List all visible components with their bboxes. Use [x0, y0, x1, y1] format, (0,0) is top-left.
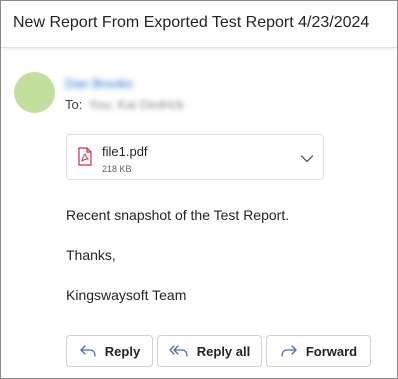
sender-avatar[interactable] [14, 72, 55, 113]
chevron-down-icon[interactable] [300, 151, 314, 163]
recipient-names[interactable]: You; Kai Dedrick [88, 97, 184, 112]
reply-all-icon [169, 345, 188, 357]
reply-icon [80, 345, 96, 357]
attachment-card[interactable]: file1.pdf 218 KB [66, 134, 324, 180]
attachment-file-name: file1.pdf [102, 144, 148, 159]
attachment-file-size: 218 KB [102, 164, 132, 174]
sender-name[interactable]: Dan Brooks [65, 76, 153, 91]
message-body-line: Recent snapshot of the Test Report. [66, 207, 290, 223]
reply-all-label: Reply all [196, 343, 251, 359]
subject-header: New Report From Exported Test Report 4/2… [1, 1, 397, 48]
reply-label: Reply [104, 343, 141, 359]
reply-button[interactable]: Reply [66, 335, 153, 367]
forward-icon [281, 345, 297, 357]
message-sign-off: Thanks, [66, 247, 116, 263]
pdf-file-icon [78, 147, 92, 166]
email-subject: New Report From Exported Test Report 4/2… [13, 14, 370, 31]
forward-button[interactable]: Forward [266, 335, 371, 367]
reply-all-button[interactable]: Reply all [157, 335, 262, 367]
email-reading-pane: New Report From Exported Test Report 4/2… [0, 0, 398, 379]
message-signature: Kingswaysoft Team [66, 287, 187, 303]
recipients-row: To: You; Kai Dedrick [65, 97, 184, 112]
forward-label: Forward [305, 343, 358, 359]
to-label: To: [65, 97, 83, 112]
